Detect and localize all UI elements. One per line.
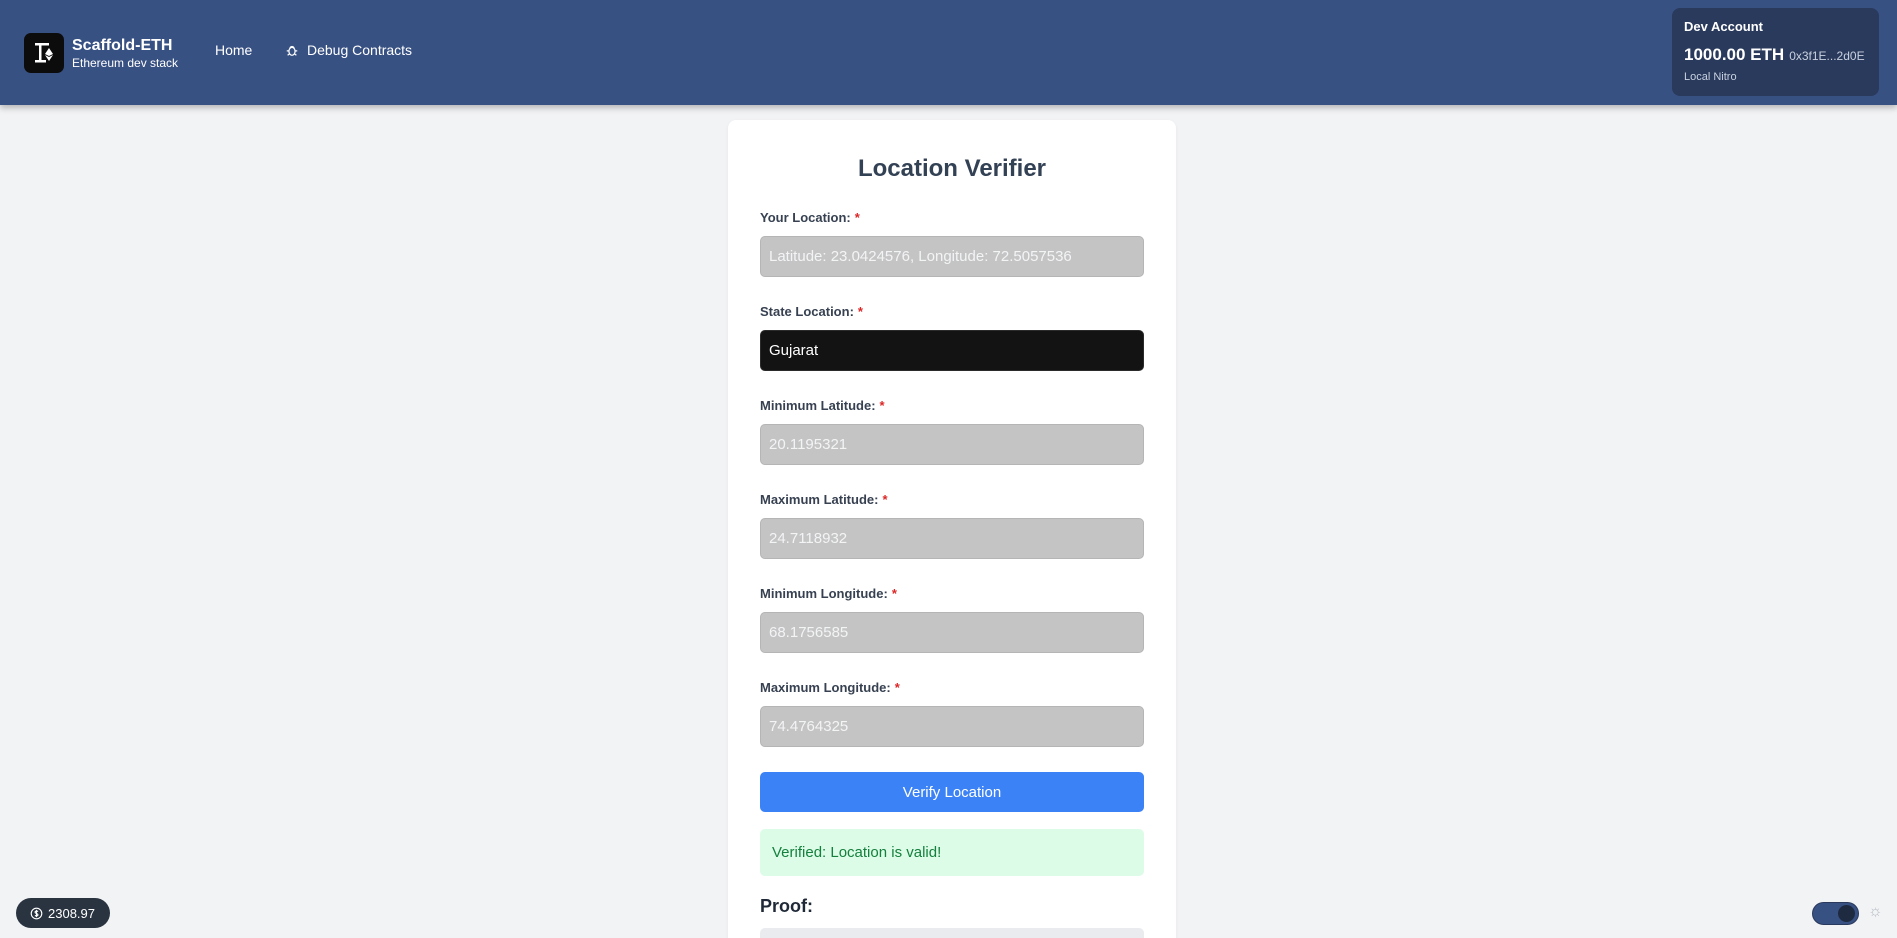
dollar-icon [30, 907, 43, 919]
max-latitude-label: Maximum Latitude: * [760, 492, 888, 507]
theme-toggle-knob [1838, 905, 1855, 922]
proof-output [760, 928, 1144, 938]
scaffold-logo-icon [24, 33, 64, 73]
sun-icon: ☼ [1868, 903, 1883, 920]
nav-debug-contracts-link[interactable]: Debug Contracts [285, 42, 412, 58]
proof-heading: Proof: [760, 896, 813, 916]
eth-price-badge[interactable]: 2308.97 [16, 898, 110, 928]
nav-debug-label: Debug Contracts [307, 42, 413, 58]
verify-location-button[interactable]: Verify Location [760, 772, 1144, 812]
your-location-label: Your Location: * [760, 210, 860, 225]
brand-link[interactable]: Scaffold-ETH Ethereum dev stack [24, 33, 178, 73]
min-latitude-input[interactable]: 20.1195321 [760, 424, 1144, 465]
min-latitude-label: Minimum Latitude: * [760, 398, 885, 413]
brand-title: Scaffold-ETH [72, 37, 173, 54]
max-longitude-label: Maximum Longitude: * [760, 680, 900, 695]
min-longitude-input[interactable]: 68.1756585 [760, 612, 1144, 653]
account-widget[interactable]: Dev Account 1000.00 ETH 0x3f1E...2d0E Lo… [1672, 8, 1879, 96]
brand-subtitle: Ethereum dev stack [72, 56, 179, 70]
your-location-input[interactable]: Latitude: 23.0424576, Longitude: 72.5057… [760, 236, 1144, 277]
account-balance: 1000.00 ETH [1684, 45, 1785, 64]
location-verifier-card: Location Verifier Your Location: * Latitu… [728, 120, 1176, 938]
state-location-label: State Location: * [760, 304, 863, 319]
min-longitude-label: Minimum Longitude: * [760, 586, 897, 601]
state-location-input[interactable]: Gujarat [760, 330, 1144, 371]
theme-toggle[interactable] [1812, 902, 1859, 925]
account-network: Local Nitro [1684, 71, 1737, 83]
account-title: Dev Account [1684, 19, 1763, 34]
eth-price-value: 2308.97 [48, 905, 95, 921]
bug-icon [286, 45, 298, 56]
nav-home-link[interactable]: Home [215, 42, 252, 58]
max-latitude-input[interactable]: 24.7118932 [760, 518, 1144, 559]
success-alert: Verified: Location is valid! [760, 829, 1144, 876]
max-longitude-input[interactable]: 74.4764325 [760, 706, 1144, 747]
top-navbar: Scaffold-ETH Ethereum dev stack Home Deb… [0, 0, 1897, 105]
account-address[interactable]: 0x3f1E...2d0E [1789, 49, 1864, 63]
page-title: Location Verifier [857, 155, 1047, 182]
